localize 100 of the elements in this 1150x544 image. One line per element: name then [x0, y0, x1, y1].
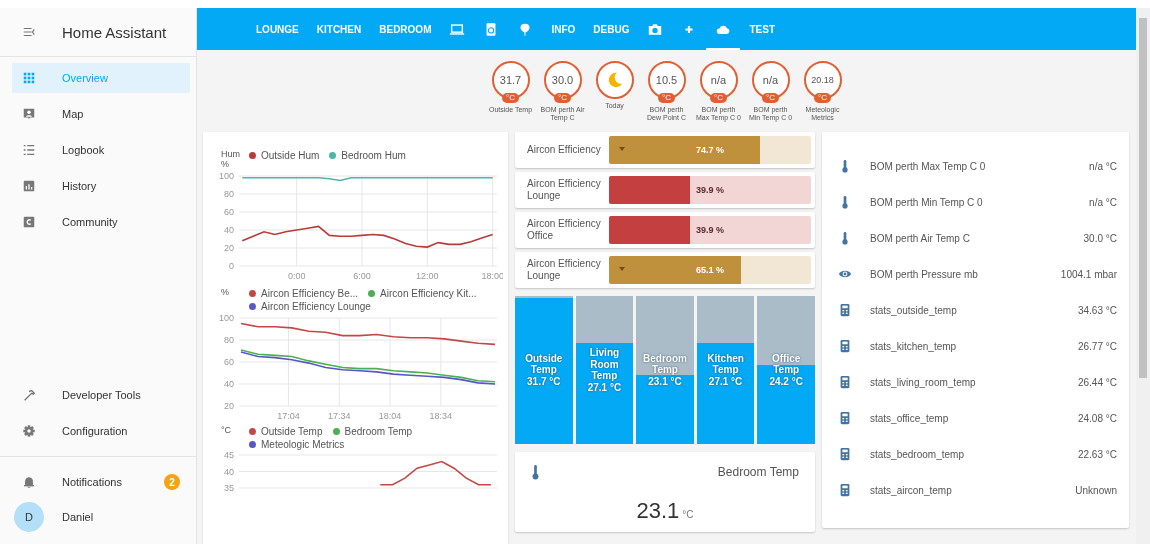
- hammer-icon: [22, 388, 36, 402]
- axis-tick-label: 40: [224, 378, 234, 389]
- badge-value: 30.0: [551, 74, 574, 86]
- entity-state: 30.0 °C: [1083, 232, 1117, 244]
- tile-label: Office Temp: [771, 352, 802, 376]
- scrollbar[interactable]: [1136, 8, 1150, 544]
- chart-icon: [22, 179, 36, 193]
- axis-tick-label: 0:00: [287, 270, 306, 281]
- entity-name: BOM perth Air Temp C: [870, 232, 971, 244]
- sidebar-item[interactable]: Map: [12, 99, 190, 129]
- axis-tick-label: 60: [224, 206, 234, 217]
- badge-unit: °C: [502, 93, 519, 103]
- axis-unit-label: °C: [221, 425, 233, 436]
- bar-value: 39.9 %: [696, 185, 724, 195]
- bell-icon: [22, 475, 36, 489]
- bar-value: 65.1 %: [696, 265, 724, 275]
- calculator-icon: [838, 339, 852, 353]
- entity-name: stats_kitchen_temp: [870, 340, 958, 352]
- calculator-icon: [838, 411, 852, 425]
- entity-state: Unknown: [1075, 484, 1117, 496]
- entity-name: stats_bedroom_temp: [870, 448, 965, 460]
- calculator-icon: [838, 375, 852, 389]
- bar-value: 39.9 %: [696, 225, 724, 235]
- axis-tick-label: 6:00: [353, 270, 371, 281]
- user-item[interactable]: D Daniel: [12, 502, 190, 532]
- legend-label: Aircon Efficiency Lounge: [261, 300, 371, 312]
- entity-row[interactable]: stats_aircon_temp Unknown: [838, 472, 1117, 508]
- calculator-icon: [838, 447, 852, 461]
- axis-tick-label: 18:34: [429, 410, 453, 420]
- badge-unit: °C: [554, 93, 571, 103]
- user-avatar: D: [14, 502, 44, 532]
- axis-tick-label: 18:04: [378, 410, 402, 420]
- sidebar-item[interactable]: History: [12, 171, 190, 201]
- axis-unit-label: %: [221, 287, 230, 298]
- camera-icon: [647, 21, 664, 37]
- entity-state: 1004.1 mbar: [1060, 268, 1117, 280]
- sidebar-item[interactable]: Logbook: [12, 135, 190, 165]
- tile-value: 31.7 °C: [527, 375, 561, 388]
- scrollbar-thumb[interactable]: [1139, 18, 1147, 378]
- entity-state: 22.63 °C: [1077, 448, 1117, 460]
- sidebar-item[interactable]: Configuration: [12, 416, 190, 446]
- thermometer-icon: [531, 464, 540, 480]
- entity-row[interactable]: stats_office_temp 24.08 °C: [838, 400, 1117, 436]
- triangle-marker-icon: [619, 266, 625, 272]
- badge-unit: °C: [710, 93, 727, 103]
- axis-tick-label: 17:04: [277, 410, 300, 420]
- badge-ring[interactable]: [595, 61, 634, 99]
- laptop-icon: [449, 21, 466, 37]
- entity-state: 24.08 °C: [1077, 412, 1117, 424]
- axis-tick-label: 100: [218, 312, 234, 323]
- app-title: Home Assistant: [62, 23, 167, 41]
- entity-row[interactable]: BOM perth Max Temp C 0 n/a °C: [838, 148, 1117, 184]
- sidebar-item[interactable]: Community: [12, 207, 190, 237]
- menu-icon[interactable]: [22, 25, 36, 39]
- entity-row[interactable]: BOM perth Min Temp C 0 n/a °C: [838, 184, 1117, 220]
- entity-row[interactable]: stats_bedroom_temp 22.63 °C: [838, 436, 1117, 472]
- badge-value: 31.7: [499, 74, 522, 86]
- legend-label: Outside Temp: [261, 425, 323, 437]
- bar-label: Aircon Efficiency Office: [527, 218, 602, 242]
- axis-tick-label: 20: [224, 242, 234, 253]
- entity-row[interactable]: BOM perth Pressure mb 1004.1 mbar: [838, 256, 1117, 292]
- list-icon: [22, 143, 36, 157]
- axis-tick-label: 100: [218, 170, 234, 181]
- sidebar-item[interactable]: Developer Tools: [12, 380, 190, 410]
- axis-unit-label: Hum %: [221, 150, 241, 170]
- axis-tick-label: 80: [224, 334, 234, 345]
- legend-label: Aircon Efficiency Kit...: [380, 287, 477, 299]
- axis-tick-label: 40: [224, 466, 234, 477]
- sensor-value: 23.1: [636, 498, 680, 524]
- tile-value: 23.1 °C: [648, 375, 682, 388]
- legend-label: Aircon Efficiency Be...: [261, 287, 359, 299]
- axis-tick-label: 80: [224, 188, 234, 199]
- entity-row[interactable]: stats_living_room_temp 26.44 °C: [838, 364, 1117, 400]
- entity-state: 34.63 °C: [1077, 304, 1117, 316]
- entity-row[interactable]: BOM perth Air Temp C 30.0 °C: [838, 220, 1117, 256]
- badge-unit: °C: [814, 93, 831, 103]
- settings-icon: [22, 424, 36, 438]
- tile-label: Outside Temp: [524, 352, 564, 376]
- axis-tick-label: 12:00: [416, 270, 439, 281]
- axis-tick-label: 0: [229, 260, 234, 271]
- bar-label: Aircon Efficiency Lounge: [527, 258, 602, 282]
- entity-name: stats_office_temp: [870, 412, 950, 424]
- entity-state: 26.77 °C: [1077, 340, 1117, 352]
- notifications-item[interactable]: Notifications 2: [12, 467, 190, 497]
- entity-row[interactable]: stats_kitchen_temp 26.77 °C: [838, 328, 1117, 364]
- entity-name: BOM perth Max Temp C 0: [870, 160, 987, 172]
- entity-name: BOM perth Min Temp C 0: [870, 196, 984, 208]
- badge-value: n/a: [710, 74, 727, 86]
- entity-name: stats_aircon_temp: [870, 484, 953, 496]
- entity-row[interactable]: stats_outside_temp 34.63 °C: [838, 292, 1117, 328]
- tile-value: 27.1 °C: [708, 375, 743, 388]
- tile-label: Bedroom Temp: [642, 352, 688, 376]
- legend-label: Meteologic Metrics: [261, 438, 345, 450]
- calculator-icon: [838, 303, 852, 317]
- axis-tick-label: 45: [224, 449, 234, 460]
- entity-state: n/a °C: [1089, 160, 1117, 172]
- tile-value: 27.1 °C: [587, 381, 622, 393]
- entity-state: 26.44 °C: [1077, 376, 1117, 388]
- legend-label: Outside Hum: [261, 150, 320, 161]
- sensor-unit: °C: [682, 509, 694, 520]
